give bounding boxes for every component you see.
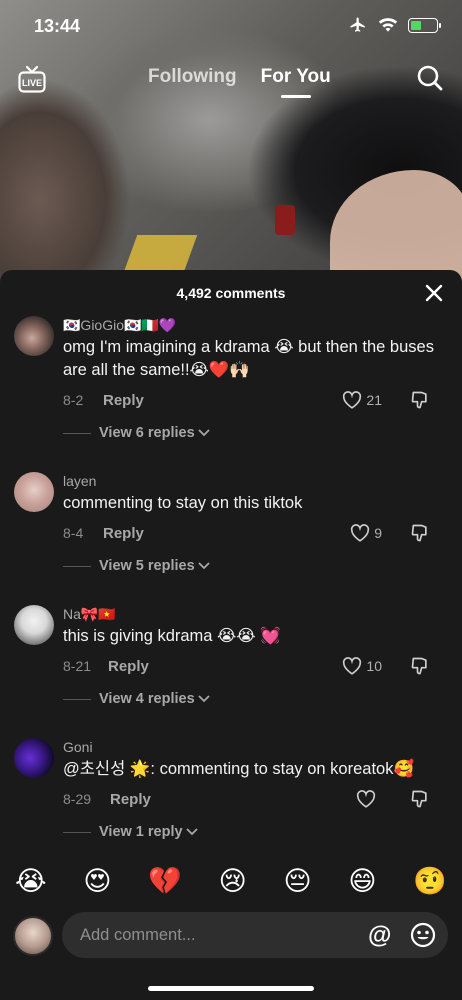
search-icon[interactable] <box>416 64 444 92</box>
feed-tabs: Following For You <box>148 66 331 98</box>
chevron-down-icon <box>198 429 210 437</box>
reply-button[interactable]: Reply <box>108 658 149 675</box>
replies-divider <box>63 565 91 567</box>
view-replies-label: View 6 replies <box>99 425 195 441</box>
chevron-down-icon <box>185 828 198 836</box>
comment-username[interactable]: layen <box>63 472 448 490</box>
avatar[interactable] <box>14 472 54 512</box>
comment-text: @초신성 🌟: commenting to stay on koreatok🥰 <box>63 760 414 778</box>
view-replies-button[interactable]: View 4 replies <box>63 691 448 707</box>
battery-level <box>411 20 421 30</box>
emoji-grinning[interactable]: 😄 <box>348 864 376 900</box>
dislike-icon[interactable] <box>410 523 430 543</box>
like-button[interactable]: 9 <box>350 524 382 542</box>
comment-date: 8-4 <box>63 525 84 541</box>
comment-username[interactable]: Na🎀🇻🇳 <box>63 605 448 623</box>
comment-username[interactable]: Goni <box>63 738 448 756</box>
heart-icon <box>351 524 370 542</box>
like-button[interactable] <box>356 790 376 808</box>
like-count: 9 <box>374 525 382 541</box>
comment-username[interactable]: 🇰🇷GioGio🇰🇷🇮🇹💜 <box>63 316 448 334</box>
avatar[interactable] <box>14 738 54 778</box>
dislike-icon[interactable] <box>410 656 430 676</box>
emoji-heart-eyes[interactable]: 😍 <box>83 864 111 900</box>
smile-icon[interactable] <box>410 922 436 948</box>
tab-following[interactable]: Following <box>148 66 237 88</box>
tab-for-you[interactable]: For You <box>261 66 331 98</box>
reply-button[interactable]: Reply <box>103 525 144 542</box>
comment-date: 8-2 <box>63 392 84 408</box>
like-count: 21 <box>366 392 382 408</box>
comment-input-row: @ <box>0 912 462 962</box>
emoji-quick-bar: 😭 😍 💔 😢 😔 😄 🤨 <box>0 864 462 900</box>
status-icons <box>348 16 441 34</box>
live-label: LIVE <box>22 78 42 88</box>
view-replies-button[interactable]: View 6 replies <box>63 425 448 441</box>
comment-date: 8-21 <box>63 658 92 674</box>
live-icon[interactable]: LIVE <box>18 64 46 94</box>
reply-button[interactable]: Reply <box>103 392 144 409</box>
top-nav: LIVE Following For You <box>0 60 462 100</box>
like-count: 10 <box>366 658 382 674</box>
replies-divider <box>63 432 91 434</box>
view-replies-button[interactable]: View 1 reply <box>63 824 448 840</box>
like-button[interactable]: 10 <box>342 657 382 675</box>
chevron-down-icon <box>198 562 210 570</box>
video-yellow-stripe <box>122 235 198 275</box>
mention-at-icon[interactable]: @ <box>368 922 391 950</box>
emoji-raised-eyebrow[interactable]: 🤨 <box>413 864 447 900</box>
airplane-icon <box>350 17 365 32</box>
emoji-broken-heart[interactable]: 💔 <box>148 864 182 900</box>
status-time: 13:44 <box>34 16 81 36</box>
avatar[interactable] <box>14 316 54 356</box>
battery-icon <box>408 17 441 33</box>
home-indicator[interactable] <box>148 986 314 991</box>
emoji-crying[interactable]: 😢 <box>219 864 247 900</box>
heart-icon <box>343 391 362 409</box>
comment-date: 8-29 <box>63 791 92 807</box>
dislike-icon[interactable] <box>410 390 430 410</box>
view-replies-label: View 1 reply <box>99 824 183 840</box>
comment-text: commenting to stay on this tiktok <box>63 494 303 512</box>
comment-count: 4,492 comments <box>176 285 286 301</box>
wifi-icon <box>378 18 398 32</box>
reply-button[interactable]: Reply <box>110 791 151 808</box>
emoji-loudly-crying[interactable]: 😭 <box>15 864 47 900</box>
chevron-down-icon <box>198 695 210 703</box>
view-replies-button[interactable]: View 5 replies <box>63 558 448 574</box>
view-replies-label: View 5 replies <box>99 558 195 574</box>
view-replies-label: View 4 replies <box>99 691 195 707</box>
emoji-pensive[interactable]: 😔 <box>284 864 312 900</box>
my-avatar <box>13 916 53 956</box>
heart-icon <box>356 790 376 808</box>
dislike-icon[interactable] <box>410 789 430 809</box>
like-button[interactable]: 21 <box>342 391 382 409</box>
status-bar: 13:44 <box>0 0 462 56</box>
heart-icon <box>343 657 362 675</box>
video-red-object <box>275 205 295 235</box>
replies-divider <box>63 698 91 700</box>
avatar[interactable] <box>14 605 54 645</box>
comment-text: omg I'm imagining a kdrama 😭 but then th… <box>63 338 434 379</box>
replies-divider <box>63 831 91 833</box>
comments-header: 4,492 comments <box>0 270 462 316</box>
close-icon[interactable] <box>424 283 444 303</box>
comment-text: this is giving kdrama 😭😭 💓 <box>63 627 281 645</box>
